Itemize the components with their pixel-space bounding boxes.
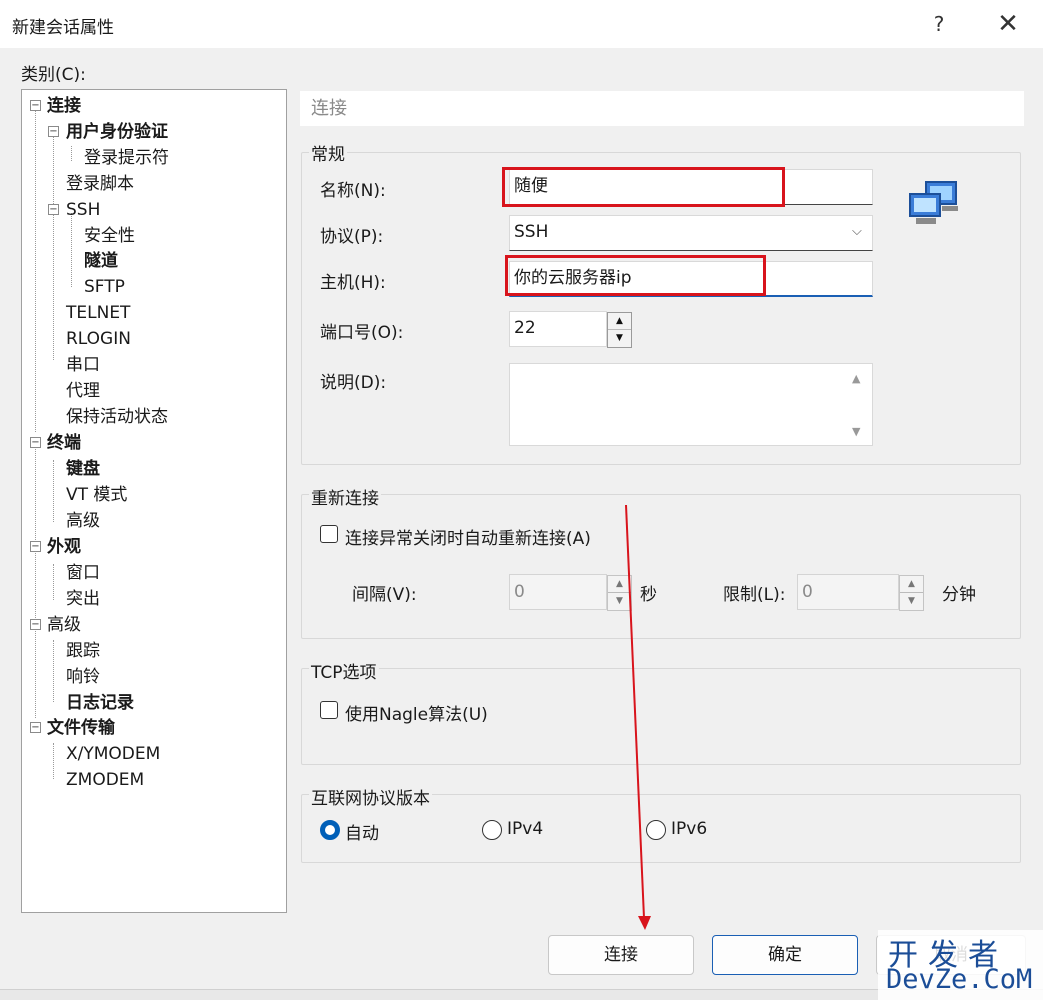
session-properties-dialog: 新建会话属性 ? ✕ 类别(C): − − − − − − − 连接 用户身份验… [0,0,1043,990]
watermark-logo: 开发者 DevZe.CoM [878,930,1043,1000]
annotation-arrow [625,504,651,930]
watermark-line2: DevZe.CoM [886,964,1033,995]
